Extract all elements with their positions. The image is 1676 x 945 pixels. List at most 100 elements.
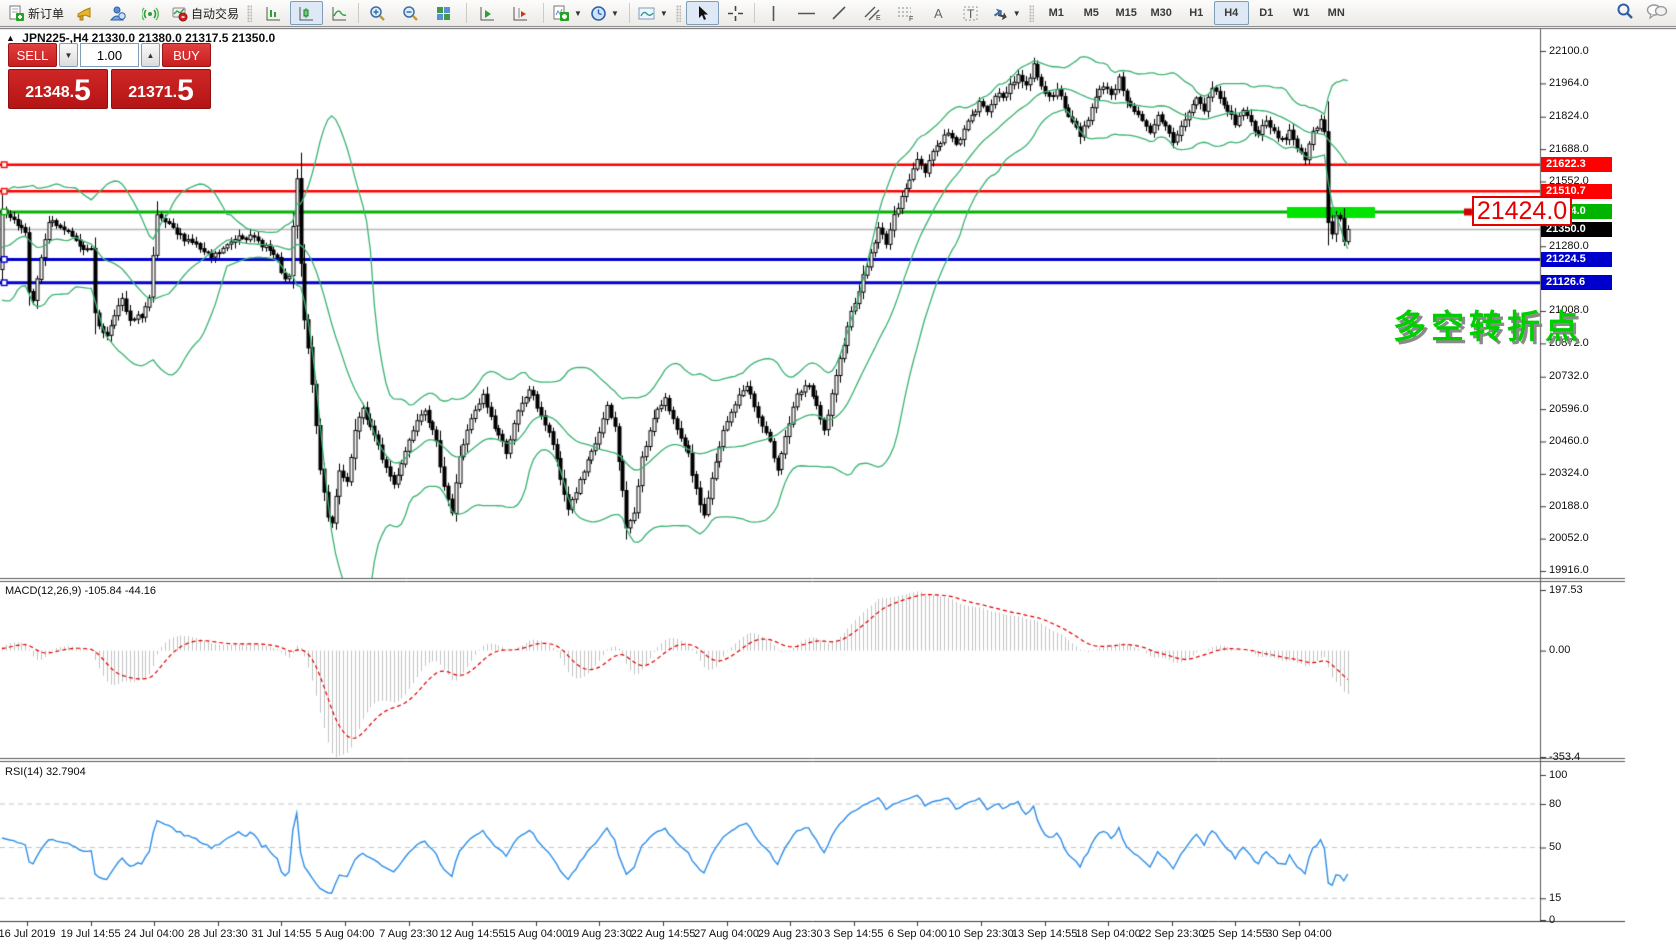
collapse-arrow-icon[interactable]: ▲ (6, 33, 15, 43)
zoom-in-button[interactable] (361, 1, 394, 25)
search-icon[interactable] (1616, 2, 1634, 25)
rsi-tick: 80 (1549, 798, 1561, 810)
crosshair-button[interactable] (719, 1, 752, 25)
date-label: 16 Jul 2019 (0, 928, 55, 940)
crosshair-icon (727, 5, 744, 22)
timeframe-M5[interactable]: M5 (1074, 1, 1109, 25)
svg-text:A: A (934, 6, 943, 21)
timeframe-M1[interactable]: M1 (1039, 1, 1074, 25)
line-chart-button[interactable] (323, 1, 356, 25)
cursor-button[interactable] (686, 1, 719, 25)
bar-chart-button[interactable] (257, 1, 290, 25)
date-label: 5 Aug 04:00 (316, 928, 375, 940)
toolbar-group-templates: ▼ (632, 0, 676, 26)
sell-button[interactable]: SELL (8, 43, 57, 67)
date-label: 19 Jul 14:55 (61, 928, 121, 940)
autotrade-icon (171, 5, 188, 22)
community-icon (109, 5, 126, 22)
timeframe-M15[interactable]: M15 (1109, 1, 1144, 25)
sell-price-big: 5 (74, 76, 91, 106)
buy-button[interactable]: BUY (162, 43, 211, 67)
chart-shift-button[interactable] (504, 1, 537, 25)
date-label: 22 Sep 23:30 (1139, 928, 1204, 940)
new-order-label: 新订单 (28, 5, 64, 22)
news-button[interactable] (68, 1, 101, 25)
svg-text:T: T (967, 7, 975, 21)
arrows-icon (992, 5, 1009, 22)
timeframe-W1[interactable]: W1 (1284, 1, 1319, 25)
signals-button[interactable] (134, 1, 167, 25)
chart-shift-icon (512, 5, 529, 22)
trendline-icon (831, 5, 848, 22)
date-label: 31 Jul 14:55 (251, 928, 311, 940)
macd-label: MACD(12,26,9) -105.84 -44.16 (5, 585, 156, 597)
date-label: 15 Aug 04:00 (503, 928, 568, 940)
price-tick: 20324.0 (1549, 467, 1589, 479)
indicators-button[interactable]: ▼ (548, 1, 586, 25)
vertical-line-button[interactable] (757, 1, 790, 25)
toolbar-group-charttype (255, 0, 464, 26)
volume-up-button[interactable]: ▲ (141, 43, 160, 67)
cursor-icon (695, 5, 710, 21)
toolbar-group-objects: E F A T ▼ (684, 0, 1029, 26)
signals-icon (142, 5, 159, 22)
timeframe-H4[interactable]: H4 (1214, 1, 1249, 25)
date-label: 7 Aug 23:30 (379, 928, 438, 940)
macd-tick: 197.53 (1549, 584, 1583, 596)
community-button[interactable] (101, 1, 134, 25)
megaphone-icon (76, 5, 93, 22)
date-label: 25 Sep 14:55 (1203, 928, 1268, 940)
candlestick-chart-button[interactable] (290, 1, 323, 25)
timeframe-D1[interactable]: D1 (1249, 1, 1284, 25)
date-label: 12 Aug 14:55 (440, 928, 505, 940)
trendline-button[interactable] (823, 1, 856, 25)
text-icon: A (931, 5, 946, 21)
line-chart-icon (331, 5, 348, 22)
tile-windows-button[interactable] (427, 1, 460, 25)
toolbar-handle (247, 5, 252, 22)
price-tick: 21964.0 (1549, 77, 1589, 89)
horizontal-line-button[interactable] (790, 1, 823, 25)
chart-canvas[interactable] (0, 0, 1676, 945)
sell-price[interactable]: 21348. 5 (8, 69, 108, 109)
sell-price-main: 21348. (25, 80, 74, 106)
date-label: 29 Aug 23:30 (758, 928, 823, 940)
price-callout[interactable]: 21424.0 (1472, 196, 1572, 226)
chat-icon[interactable] (1646, 2, 1668, 25)
volume-input[interactable]: 1.00 (80, 43, 139, 67)
svg-text:E: E (876, 15, 881, 22)
new-order-button[interactable]: 新订单 (4, 1, 68, 25)
timeframe-MN[interactable]: MN (1319, 1, 1354, 25)
arrows-button[interactable]: ▼ (988, 1, 1025, 25)
text-label-button[interactable]: T (955, 1, 988, 25)
text-button[interactable]: A (922, 1, 955, 25)
date-label: 30 Sep 04:00 (1266, 928, 1331, 940)
toolbar-group-indicators: ▼ ▼ (546, 0, 627, 26)
timeframe-H1[interactable]: H1 (1179, 1, 1214, 25)
macd-tick: 0.00 (1549, 644, 1570, 656)
date-label: 28 Jul 23:30 (188, 928, 248, 940)
date-label: 18 Sep 04:00 (1075, 928, 1140, 940)
date-label: 3 Sep 14:55 (824, 928, 883, 940)
autotrade-button[interactable]: 自动交易 (167, 1, 243, 25)
buy-price[interactable]: 21371. 5 (111, 69, 211, 109)
auto-scroll-button[interactable] (471, 1, 504, 25)
timeframe-M30[interactable]: M30 (1144, 1, 1179, 25)
toolbar-handle3 (1029, 5, 1034, 22)
price-tick: 20460.0 (1549, 435, 1589, 447)
equidistant-channel-button[interactable]: E (856, 1, 889, 25)
volume-down-button[interactable]: ▼ (59, 43, 78, 67)
templates-caret-icon: ▼ (660, 9, 668, 18)
periods-button[interactable]: ▼ (586, 1, 623, 25)
rsi-tick: 100 (1549, 769, 1567, 781)
indicators-caret-icon: ▼ (574, 9, 582, 18)
templates-button[interactable]: ▼ (634, 1, 672, 25)
fibonacci-button[interactable]: F (889, 1, 922, 25)
text-label-icon: T (962, 5, 980, 22)
toolbar-handle2 (676, 5, 681, 22)
date-label: 24 Jul 04:00 (124, 928, 184, 940)
hline-price-tag: 21126.6 (1541, 275, 1612, 290)
tile-windows-icon (435, 5, 452, 22)
zoom-out-button[interactable] (394, 1, 427, 25)
templates-icon (638, 5, 656, 22)
